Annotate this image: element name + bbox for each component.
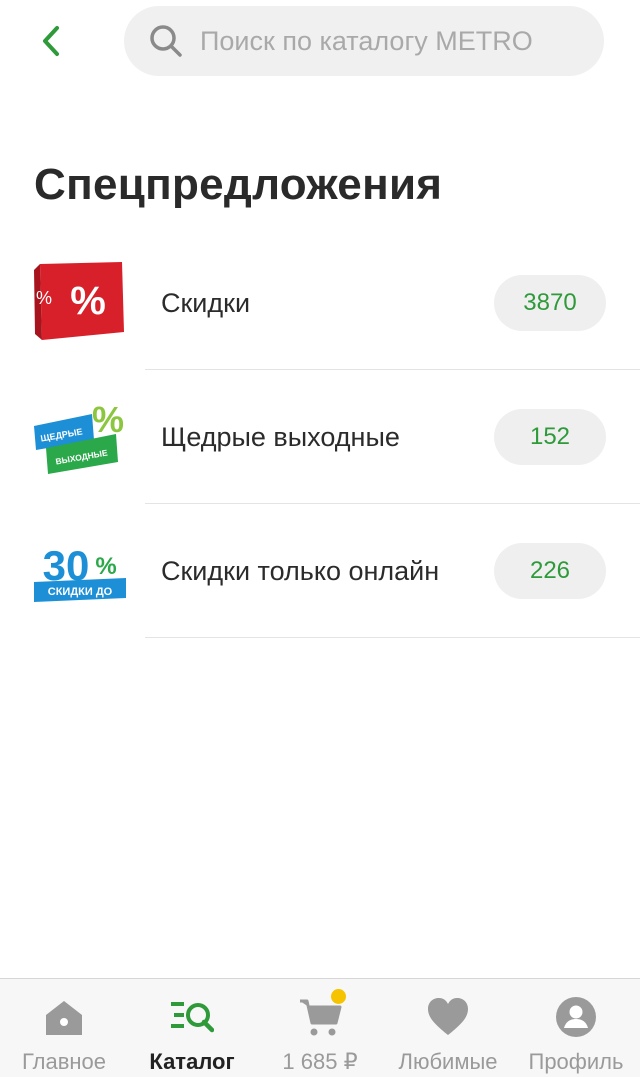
catalog-search-icon <box>171 1002 214 1033</box>
nav-catalog[interactable]: Каталог <box>128 979 256 1077</box>
svg-text:%: % <box>36 288 52 308</box>
chevron-left-icon <box>43 26 59 56</box>
profile-icon <box>556 997 596 1037</box>
nav-label: Каталог <box>149 1049 235 1074</box>
nav-label: Любимые <box>398 1049 498 1074</box>
badge-percent: % <box>95 553 116 580</box>
online-discount-badge-icon: 30 % СКИДКИ ДО <box>34 542 126 602</box>
cart-notification-dot <box>331 989 346 1004</box>
offers-list: % % Скидки 3870 % ЩЕДРЫЕ ВЫХОДНЫЕ Щедрые… <box>0 236 640 638</box>
offer-count-badge: 152 <box>494 409 606 465</box>
nav-home[interactable]: Главное <box>0 979 128 1077</box>
nav-profile[interactable]: Профиль <box>512 979 640 1077</box>
offer-label: Скидки <box>161 287 251 318</box>
back-button[interactable] <box>28 18 74 64</box>
cart-total: 1 685 ₽ <box>282 1049 358 1074</box>
offer-count-badge: 226 <box>494 543 606 599</box>
offer-count-badge: 3870 <box>494 275 606 331</box>
svg-text:%: % <box>92 399 124 440</box>
nav-cart[interactable]: 1 685 ₽ <box>256 979 384 1077</box>
generous-weekend-badge-icon: % ЩЕДРЫЕ ВЫХОДНЫЕ <box>34 399 124 474</box>
special-offers-screen: Спецпредложения % % Скидки 3870 % ЩЕДРЫЕ… <box>0 0 640 1077</box>
search-icon <box>150 25 182 57</box>
cart-icon-wrap <box>298 989 346 1039</box>
offer-row-online-discounts[interactable]: 30 % СКИДКИ ДО Скидки только онлайн 226 <box>0 504 640 638</box>
offer-row-generous-weekend[interactable]: % ЩЕДРЫЕ ВЫХОДНЫЕ Щедрые выходные 152 <box>0 370 640 504</box>
heart-icon <box>428 998 468 1035</box>
search-input[interactable] <box>200 25 590 57</box>
divider <box>145 637 640 638</box>
badge-text: СКИДКИ ДО <box>48 586 113 598</box>
page-title: Спецпредложения <box>34 160 443 209</box>
offer-row-discounts[interactable]: % % Скидки 3870 <box>0 236 640 370</box>
percent-cube-icon: % % <box>34 262 124 340</box>
nav-label: Профиль <box>528 1049 624 1074</box>
offer-label: Скидки только онлайн <box>161 555 440 586</box>
svg-text:%: % <box>70 279 106 323</box>
search-bar[interactable] <box>124 6 604 76</box>
home-icon <box>46 1001 82 1035</box>
nav-label: Главное <box>21 1049 107 1074</box>
bottom-navigation: Главное Каталог 1 685 ₽ Любимые Профиль <box>0 978 640 1077</box>
offer-label: Щедрые выходные <box>161 421 400 452</box>
nav-favorites[interactable]: Любимые <box>384 979 512 1077</box>
